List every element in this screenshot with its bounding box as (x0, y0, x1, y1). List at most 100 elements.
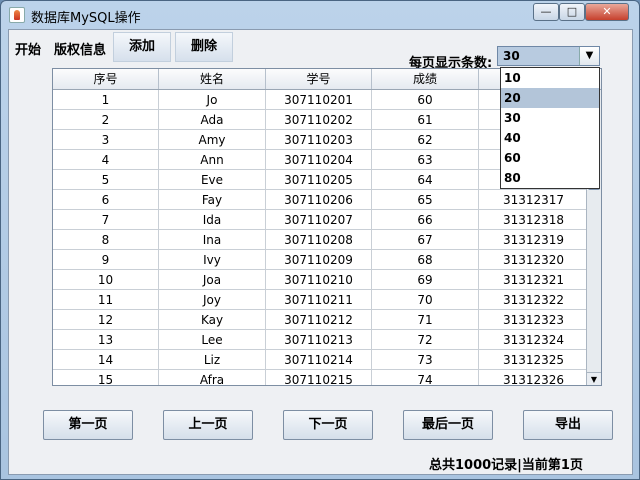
column-header[interactable]: 序号 (53, 69, 159, 89)
page-size-value: 30 (503, 49, 520, 63)
column-header[interactable]: 学号 (266, 69, 372, 89)
close-button[interactable]: ✕ (585, 3, 629, 21)
table-cell: 73 (372, 350, 479, 370)
add-button[interactable]: 添加 (113, 32, 171, 62)
arrow-down-icon[interactable]: ▼ (587, 372, 601, 385)
table-cell: 31312326 (479, 370, 589, 385)
table-row[interactable]: 15 Afra 307110215 74 31312326 (53, 370, 589, 385)
table-cell: 31312322 (479, 290, 589, 310)
page-size-dropdown: 10 20 30 40 60 80 (500, 67, 600, 189)
minimize-button[interactable]: — (533, 3, 559, 21)
table-cell: 6 (53, 190, 159, 210)
menu-start[interactable]: 开始 (15, 39, 41, 58)
delete-button[interactable]: 删除 (175, 32, 233, 62)
table-cell: 307110202 (266, 110, 372, 130)
table-cell: 31312325 (479, 350, 589, 370)
table-cell: Joa (159, 270, 266, 290)
table-row[interactable]: 14 Liz 307110214 73 31312325 (53, 350, 589, 370)
table-cell: 31312324 (479, 330, 589, 350)
table-cell: 66 (372, 210, 479, 230)
table-row[interactable]: 10 Joa 307110210 69 31312321 (53, 270, 589, 290)
table-cell: Fay (159, 190, 266, 210)
table-cell: 15 (53, 370, 159, 385)
table-cell: 13 (53, 330, 159, 350)
menu-copyright[interactable]: 版权信息 (54, 39, 106, 58)
status-text: 总共1000记录|当前第1页 (429, 458, 583, 473)
table-cell: 10 (53, 270, 159, 290)
table-cell: 31312321 (479, 270, 589, 290)
table-cell: 307110214 (266, 350, 372, 370)
table-cell: 307110204 (266, 150, 372, 170)
table-cell: 307110209 (266, 250, 372, 270)
table-cell: 7 (53, 210, 159, 230)
table-cell: 9 (53, 250, 159, 270)
table-cell: 69 (372, 270, 479, 290)
table-row[interactable]: 6 Fay 307110206 65 31312317 (53, 190, 589, 210)
table-cell: 31312317 (479, 190, 589, 210)
next-page-button[interactable]: 下一页 (283, 410, 373, 440)
table-cell: 4 (53, 150, 159, 170)
table-cell: 307110207 (266, 210, 372, 230)
table-cell: 71 (372, 310, 479, 330)
table-cell: 2 (53, 110, 159, 130)
table-cell: 307110205 (266, 170, 372, 190)
export-button[interactable]: 导出 (523, 410, 613, 440)
main-window: 数据库MySQL操作 — □ ✕ 开始 版权信息 添加 删除 每页显示条数: 3… (0, 0, 640, 480)
table-cell: 8 (53, 230, 159, 250)
dropdown-option[interactable]: 30 (501, 108, 599, 128)
dropdown-option[interactable]: 40 (501, 128, 599, 148)
first-page-button[interactable]: 第一页 (43, 410, 133, 440)
table-cell: Eve (159, 170, 266, 190)
last-page-button[interactable]: 最后一页 (403, 410, 493, 440)
table-cell: Ivy (159, 250, 266, 270)
dropdown-option[interactable]: 10 (501, 68, 599, 88)
table-cell: Ida (159, 210, 266, 230)
table-cell: 63 (372, 150, 479, 170)
table-cell: 14 (53, 350, 159, 370)
page-size-select[interactable]: 30 ▼ (497, 46, 600, 66)
table-cell: 307110213 (266, 330, 372, 350)
dropdown-option[interactable]: 80 (501, 168, 599, 188)
table-cell: 12 (53, 310, 159, 330)
table-cell: 3 (53, 130, 159, 150)
table-cell: 74 (372, 370, 479, 385)
table-cell: 67 (372, 230, 479, 250)
table-cell: Joy (159, 290, 266, 310)
table-cell: Ada (159, 110, 266, 130)
window-title: 数据库MySQL操作 (31, 11, 141, 26)
table-cell: 31312318 (479, 210, 589, 230)
maximize-button[interactable]: □ (559, 3, 585, 21)
table-cell: 307110211 (266, 290, 372, 310)
table-cell: Ina (159, 230, 266, 250)
table-cell: Jo (159, 90, 266, 110)
table-cell: 70 (372, 290, 479, 310)
table-cell: 1 (53, 90, 159, 110)
prev-page-button[interactable]: 上一页 (163, 410, 253, 440)
table-cell: 307110212 (266, 310, 372, 330)
chevron-down-icon[interactable]: ▼ (579, 47, 599, 65)
table-row[interactable]: 7 Ida 307110207 66 31312318 (53, 210, 589, 230)
table-cell: 307110208 (266, 230, 372, 250)
column-header[interactable]: 成绩 (372, 69, 479, 89)
table-row[interactable]: 9 Ivy 307110209 68 31312320 (53, 250, 589, 270)
table-cell: 72 (372, 330, 479, 350)
dropdown-option[interactable]: 20 (501, 88, 599, 108)
table-row[interactable]: 13 Lee 307110213 72 31312324 (53, 330, 589, 350)
table-cell: 31312323 (479, 310, 589, 330)
dropdown-option[interactable]: 60 (501, 148, 599, 168)
table-cell: 307110206 (266, 190, 372, 210)
table-row[interactable]: 12 Kay 307110212 71 31312323 (53, 310, 589, 330)
content-pane: 开始 版权信息 添加 删除 每页显示条数: 30 ▼ 10 20 30 40 60 80 … (8, 29, 633, 475)
table-cell: 11 (53, 290, 159, 310)
table-cell: Kay (159, 310, 266, 330)
table-cell: Liz (159, 350, 266, 370)
table-row[interactable]: 11 Joy 307110211 70 31312322 (53, 290, 589, 310)
table-cell: 68 (372, 250, 479, 270)
table-cell: 65 (372, 190, 479, 210)
table-cell: Lee (159, 330, 266, 350)
table-cell: 31312320 (479, 250, 589, 270)
table-row[interactable]: 8 Ina 307110208 67 31312319 (53, 230, 589, 250)
column-header[interactable]: 姓名 (159, 69, 266, 89)
java-app-icon (9, 7, 25, 23)
table-cell: 31312319 (479, 230, 589, 250)
